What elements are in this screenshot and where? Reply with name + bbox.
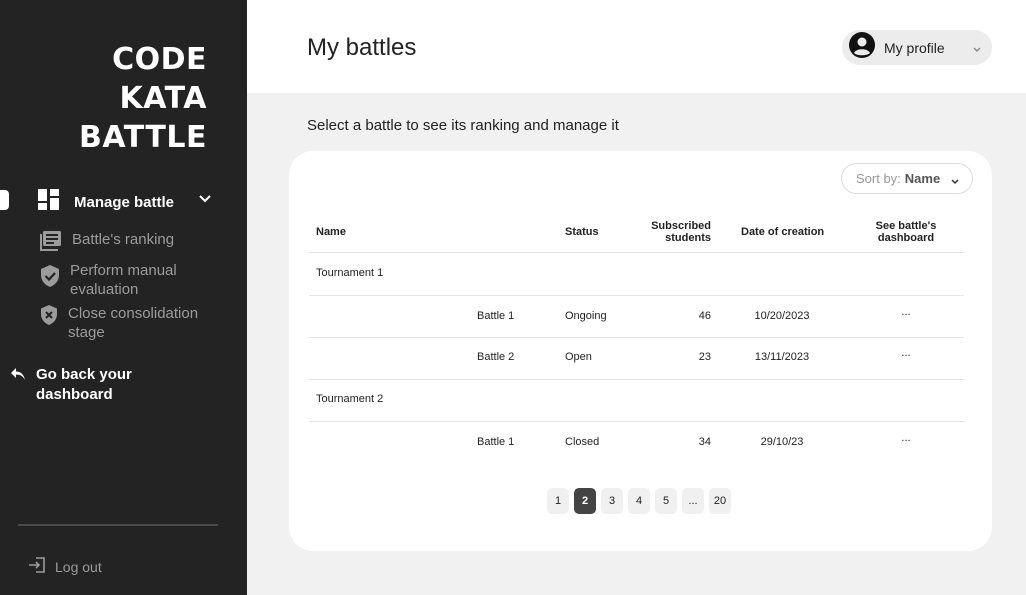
- chevron-down-icon: [950, 175, 960, 190]
- row-divider: [309, 252, 964, 253]
- battle-status: Open: [565, 351, 592, 363]
- sort-dropdown[interactable]: Sort by: Name: [841, 163, 973, 194]
- row-divider: [309, 295, 964, 296]
- logo-line: KATA: [119, 81, 207, 116]
- ranking-list-icon: [40, 231, 62, 256]
- dashboard-icon: [38, 189, 60, 216]
- profile-menu-button[interactable]: My profile: [842, 30, 992, 65]
- top-bar: My battles My profile: [247, 0, 1026, 93]
- sidebar-item-manual-evaluation[interactable]: Perform manual evaluation: [40, 261, 210, 299]
- pagination: 1 2 3 4 5 ... 20: [547, 488, 731, 514]
- header-line: Subscribed: [651, 220, 711, 232]
- sort-prefix: Sort by:: [856, 171, 901, 186]
- logout-label: Log out: [55, 558, 102, 575]
- battle-status: Ongoing: [565, 310, 607, 322]
- header-line: See battle's: [875, 220, 937, 232]
- sidebar-item-label: Perform manual evaluation: [70, 262, 177, 298]
- logout-icon: [28, 557, 46, 576]
- header-line: students: [665, 232, 711, 244]
- tournament-name: Tournament 2: [316, 393, 384, 405]
- chevron-down-icon[interactable]: [198, 191, 212, 210]
- logo-line: BATTLE: [79, 120, 207, 155]
- app-logo: CODE KATA BATTLE: [79, 40, 207, 157]
- row-divider: [309, 379, 964, 380]
- column-header-dashboard[interactable]: See battle's dashboard: [861, 220, 951, 244]
- logout-button[interactable]: Log out: [28, 557, 102, 576]
- sidebar-item-close-consolidation[interactable]: Close consolidation stage: [40, 304, 210, 342]
- profile-label: My profile: [884, 39, 945, 56]
- page-button[interactable]: 1: [547, 488, 569, 514]
- column-header-name[interactable]: Name: [316, 226, 346, 238]
- shield-check-icon: [40, 265, 60, 292]
- battle-status: Closed: [565, 436, 600, 448]
- battle-date: 13/11/2023: [754, 351, 810, 363]
- column-header-status[interactable]: Status: [565, 226, 599, 238]
- back-label: Go back your dashboard: [36, 366, 132, 403]
- battle-name: Battle 2: [477, 351, 515, 363]
- battle-students: 23: [698, 351, 711, 363]
- page-button[interactable]: 3: [601, 488, 623, 514]
- back-to-dashboard-link[interactable]: Go back your dashboard: [10, 365, 150, 405]
- battle-date: 10/20/2023: [754, 310, 810, 322]
- chevron-down-icon: [972, 42, 982, 60]
- page-title: My battles: [307, 34, 417, 61]
- row-divider: [309, 337, 964, 338]
- page-ellipsis: ...: [682, 488, 704, 514]
- sidebar-item-label: Battle's ranking: [72, 231, 175, 248]
- reply-arrow-icon: [10, 366, 26, 388]
- active-indicator: [0, 190, 9, 210]
- page-button-current[interactable]: 2: [574, 488, 596, 514]
- battle-dashboard-link[interactable]: ...: [886, 306, 926, 318]
- page-button[interactable]: 4: [628, 488, 650, 514]
- sidebar-item-label: Close consolidation stage: [68, 305, 199, 341]
- sidebar: CODE KATA BATTLE Manage battle Battle's …: [0, 0, 247, 595]
- logo-line: CODE: [112, 42, 207, 77]
- shield-x-icon: [40, 305, 58, 330]
- header-line: dashboard: [877, 232, 935, 244]
- sidebar-item-manage-battle[interactable]: Manage battle: [38, 189, 211, 216]
- battle-students: 46: [698, 310, 711, 322]
- row-divider: [309, 421, 964, 422]
- page-subtitle: Select a battle to see its ranking and m…: [307, 117, 619, 134]
- page-button[interactable]: 20: [709, 488, 731, 514]
- battles-card: Sort by: Name Name Status Subscribed stu…: [289, 151, 992, 551]
- page-button[interactable]: 5: [655, 488, 677, 514]
- battle-date: 29/10/23: [760, 436, 804, 448]
- battle-dashboard-link[interactable]: ...: [886, 432, 926, 444]
- tournament-name: Tournament 1: [316, 267, 384, 279]
- battle-dashboard-link[interactable]: ...: [886, 347, 926, 359]
- sidebar-item-battles-ranking[interactable]: Battle's ranking: [40, 230, 174, 256]
- battle-students: 34: [698, 436, 711, 448]
- column-header-date[interactable]: Date of creation: [741, 226, 824, 238]
- column-header-students[interactable]: Subscribed students: [629, 220, 711, 244]
- user-avatar-icon: [849, 32, 875, 63]
- sidebar-divider: [18, 524, 218, 526]
- sort-value: Name: [904, 171, 941, 186]
- battle-name: Battle 1: [477, 310, 515, 322]
- battle-name: Battle 1: [477, 436, 515, 448]
- sidebar-item-label: Manage battle: [74, 194, 175, 211]
